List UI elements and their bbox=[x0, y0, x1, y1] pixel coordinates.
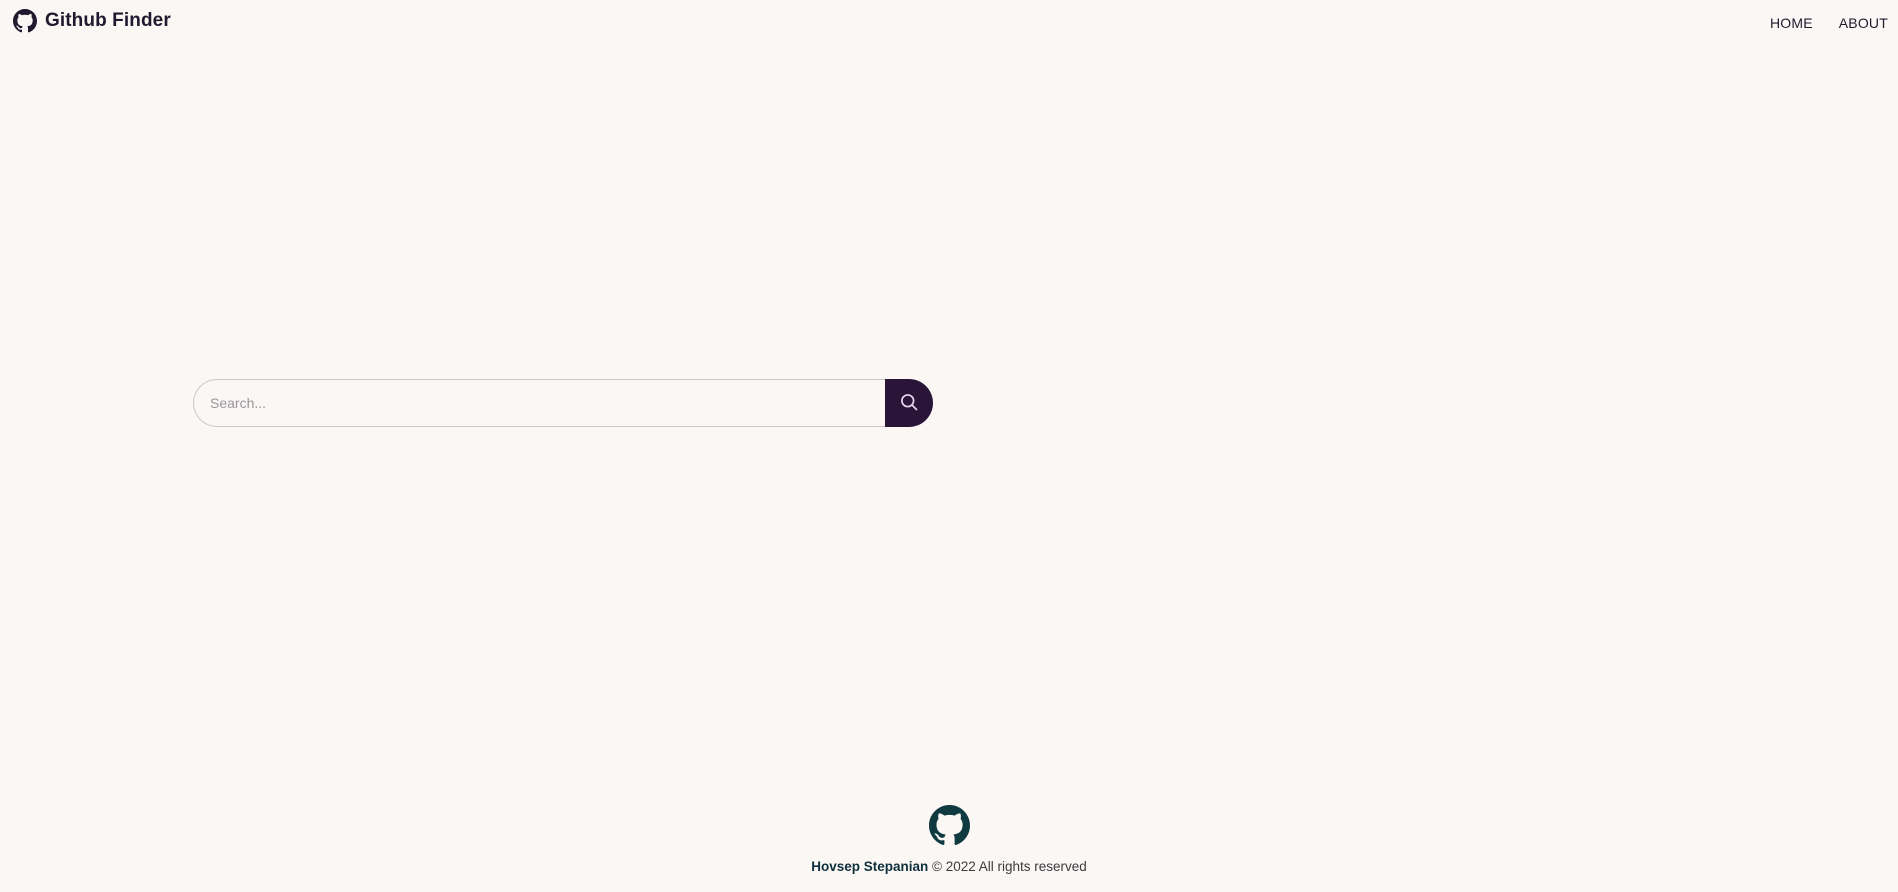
footer-author: Hovsep Stepanian bbox=[811, 859, 929, 874]
nav-home-link[interactable]: HOME bbox=[1770, 15, 1813, 31]
search-icon bbox=[899, 392, 919, 415]
footer-rights: © 2022 All rights reserved bbox=[932, 859, 1087, 874]
brand-title: Github Finder bbox=[45, 10, 171, 31]
search-form bbox=[193, 379, 933, 427]
github-icon[interactable] bbox=[928, 805, 970, 851]
footer: Hovsep Stepanian © 2022 All rights reser… bbox=[0, 805, 1898, 874]
search-button[interactable] bbox=[885, 379, 933, 427]
search-input[interactable] bbox=[193, 379, 885, 427]
navbar: Github Finder HOME ABOUT bbox=[0, 0, 1898, 44]
brand-link[interactable]: Github Finder bbox=[13, 9, 171, 33]
github-icon bbox=[13, 9, 37, 33]
footer-copyright: Hovsep Stepanian © 2022 All rights reser… bbox=[0, 859, 1898, 874]
nav-links: HOME ABOUT bbox=[1770, 15, 1888, 31]
nav-about-link[interactable]: ABOUT bbox=[1839, 15, 1888, 31]
